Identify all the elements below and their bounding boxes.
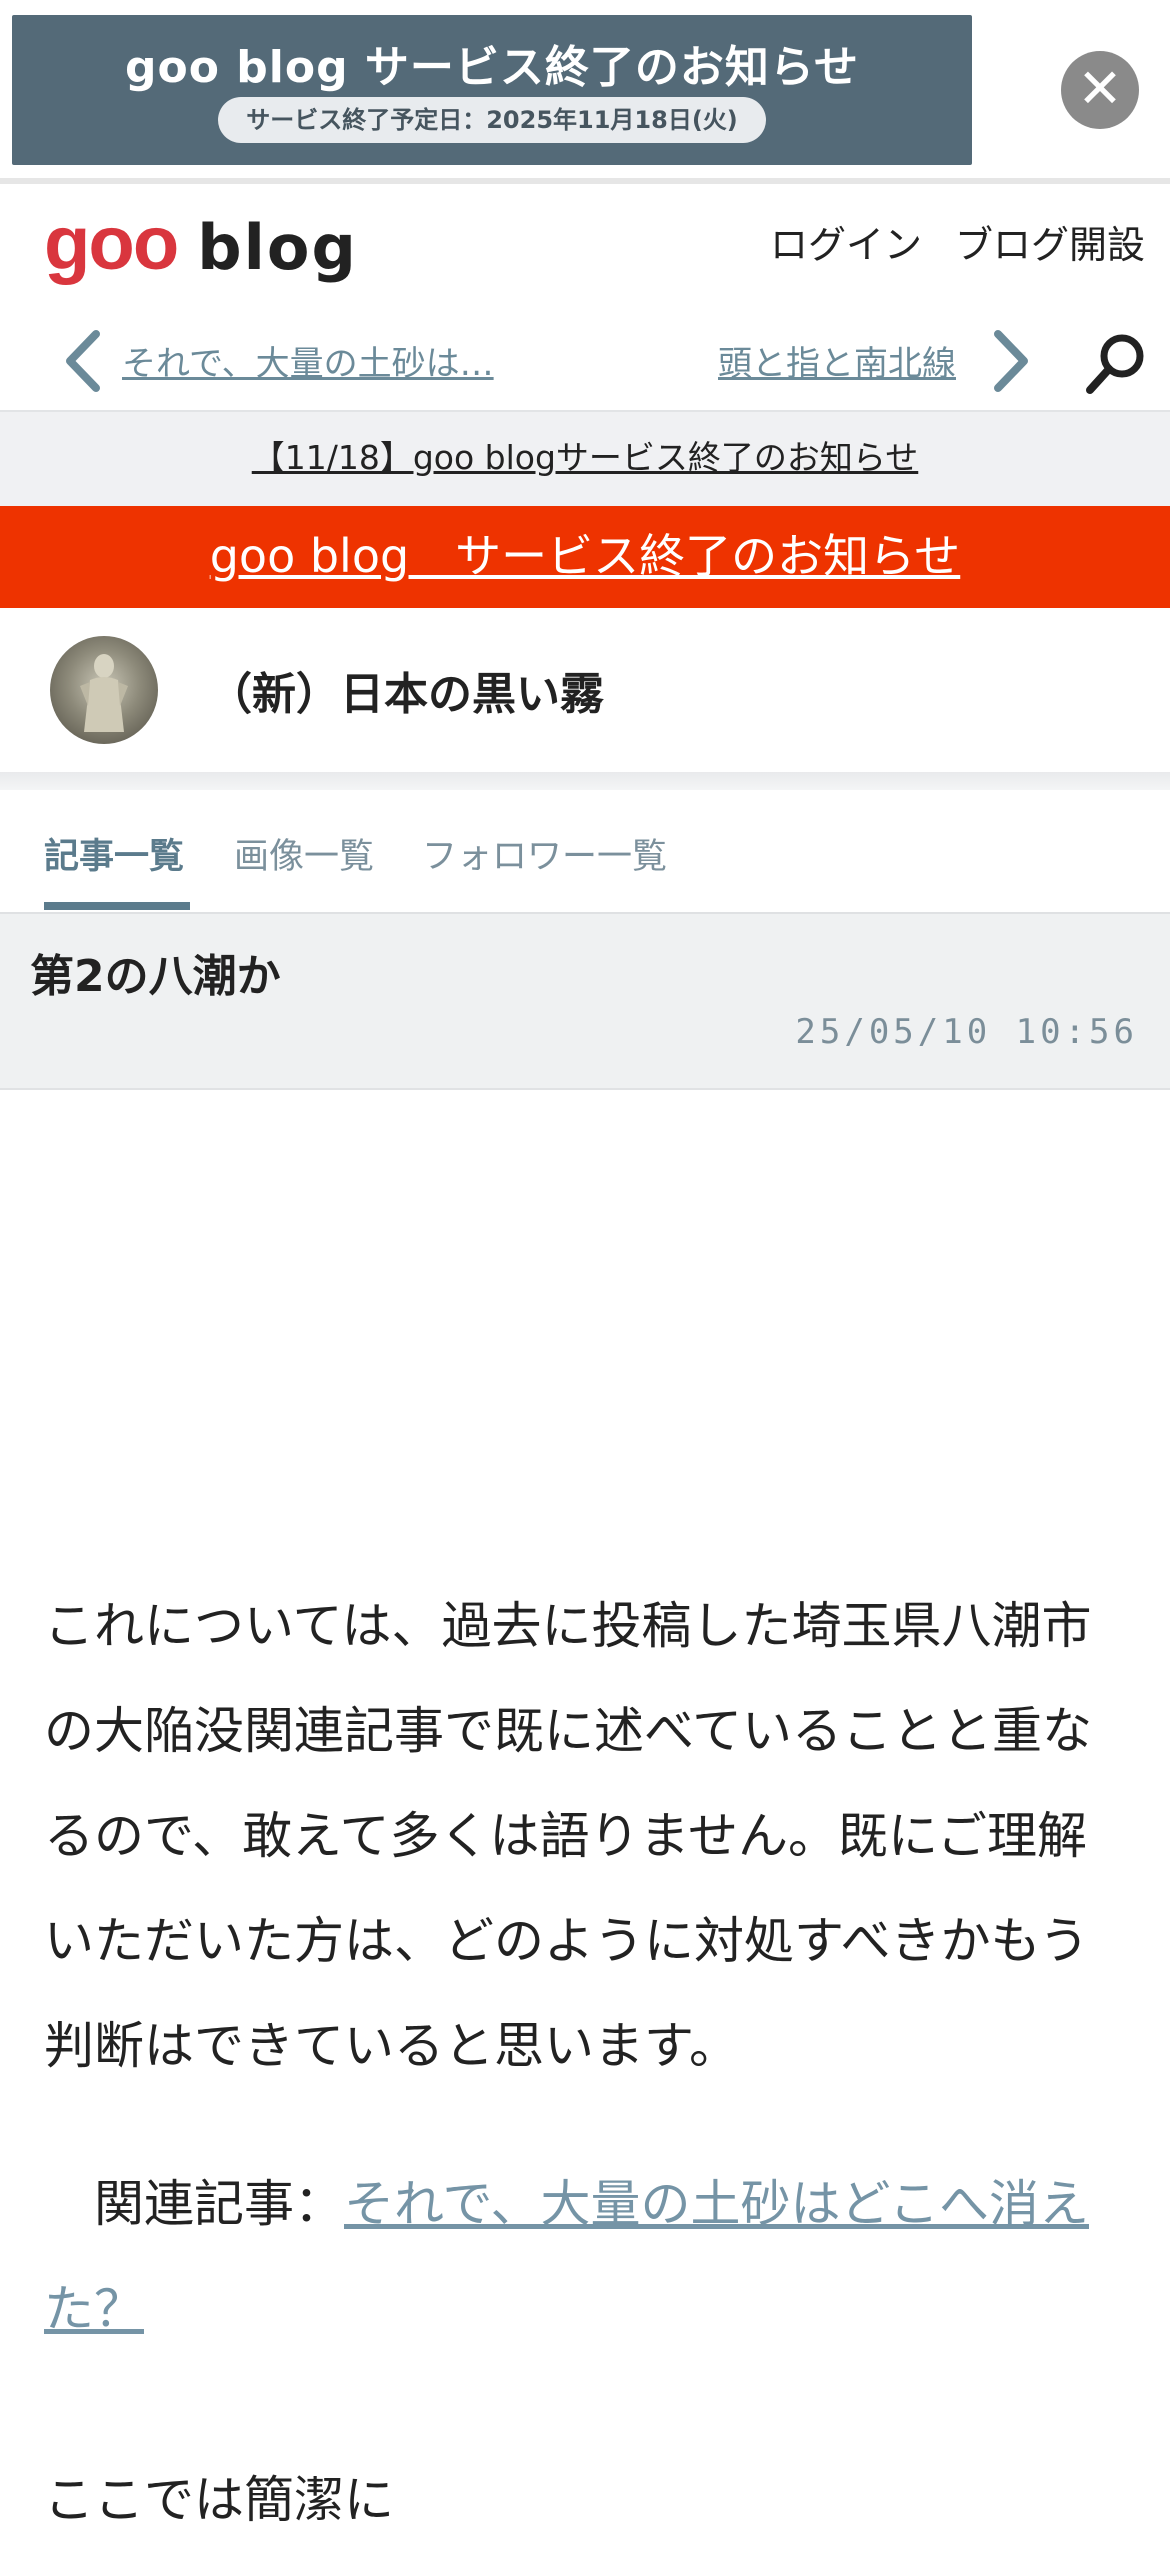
- ad-subtitle: サービス終了予定日：2025年11月18日(火): [218, 97, 766, 143]
- chevron-right-icon[interactable]: [988, 328, 1034, 394]
- prev-article-link[interactable]: それで、大量の土砂は…: [122, 336, 494, 385]
- blog-title[interactable]: （新）日本の黒い霧: [208, 658, 604, 722]
- section-separator: [0, 772, 1170, 790]
- avatar-statue-image: [80, 654, 128, 732]
- notice-link[interactable]: 【11/18】goo blogサービス終了のお知らせ: [252, 438, 919, 477]
- logo-goo: goo: [44, 201, 179, 286]
- post-paragraph-2: ここでは簡潔に: [44, 2471, 394, 2529]
- close-icon: ✕: [1077, 57, 1123, 120]
- service-end-banner: goo blog サービス終了のお知らせ: [0, 506, 1170, 608]
- login-link[interactable]: ログイン: [770, 214, 922, 269]
- tab-articles[interactable]: 記事一覧: [44, 828, 184, 879]
- post-paragraph: これについては、過去に投稿した埼玉県八潮市の大陥没関連記事で既に述べていることと…: [44, 1597, 1092, 2075]
- ad-close-button[interactable]: ✕: [1061, 51, 1139, 129]
- notice-bar: 【11/18】goo blogサービス終了のお知らせ: [0, 410, 1170, 508]
- tab-images[interactable]: 画像一覧: [234, 828, 374, 879]
- ad-banner[interactable]: goo blog サービス終了のお知らせ サービス終了予定日：2025年11月1…: [12, 15, 972, 165]
- active-tab-indicator: [44, 902, 190, 910]
- blog-tabs: 記事一覧 画像一覧 フォロワー一覧: [0, 790, 1170, 914]
- next-article-link[interactable]: 頭と指と南北線: [718, 336, 956, 385]
- logo-blog: blog: [197, 211, 358, 284]
- related-label: 関連記事：: [44, 2175, 344, 2233]
- chevron-left-icon[interactable]: [60, 328, 106, 394]
- site-header: goo blog ログイン ブログ開設 それで、大量の土砂は… 頭と指と南北線: [0, 184, 1170, 410]
- blog-info: （新）日本の黒い霧: [0, 608, 1170, 772]
- post-title: 第2の八潮か: [30, 951, 281, 1002]
- open-blog-link[interactable]: ブログ開設: [955, 214, 1145, 269]
- service-end-link[interactable]: goo blog サービス終了のお知らせ: [210, 529, 961, 583]
- search-icon[interactable]: [1084, 332, 1148, 396]
- related-article: 関連記事：それで、大量の土砂はどこへ消えた？: [44, 2152, 1134, 2362]
- ad-bar: goo blog サービス終了のお知らせ サービス終了予定日：2025年11月1…: [0, 0, 1170, 180]
- ad-title: goo blog サービス終了のお知らせ: [124, 42, 859, 93]
- article-nav: それで、大量の土砂は… 頭と指と南北線: [0, 314, 1170, 410]
- goo-blog-logo[interactable]: goo blog: [44, 200, 358, 286]
- post-header: 第2の八潮か 25/05/10 10:56: [0, 914, 1170, 1090]
- post-date: 25/05/10 10:56: [795, 1012, 1138, 1052]
- tab-followers[interactable]: フォロワー一覧: [422, 828, 667, 879]
- avatar[interactable]: [50, 636, 158, 744]
